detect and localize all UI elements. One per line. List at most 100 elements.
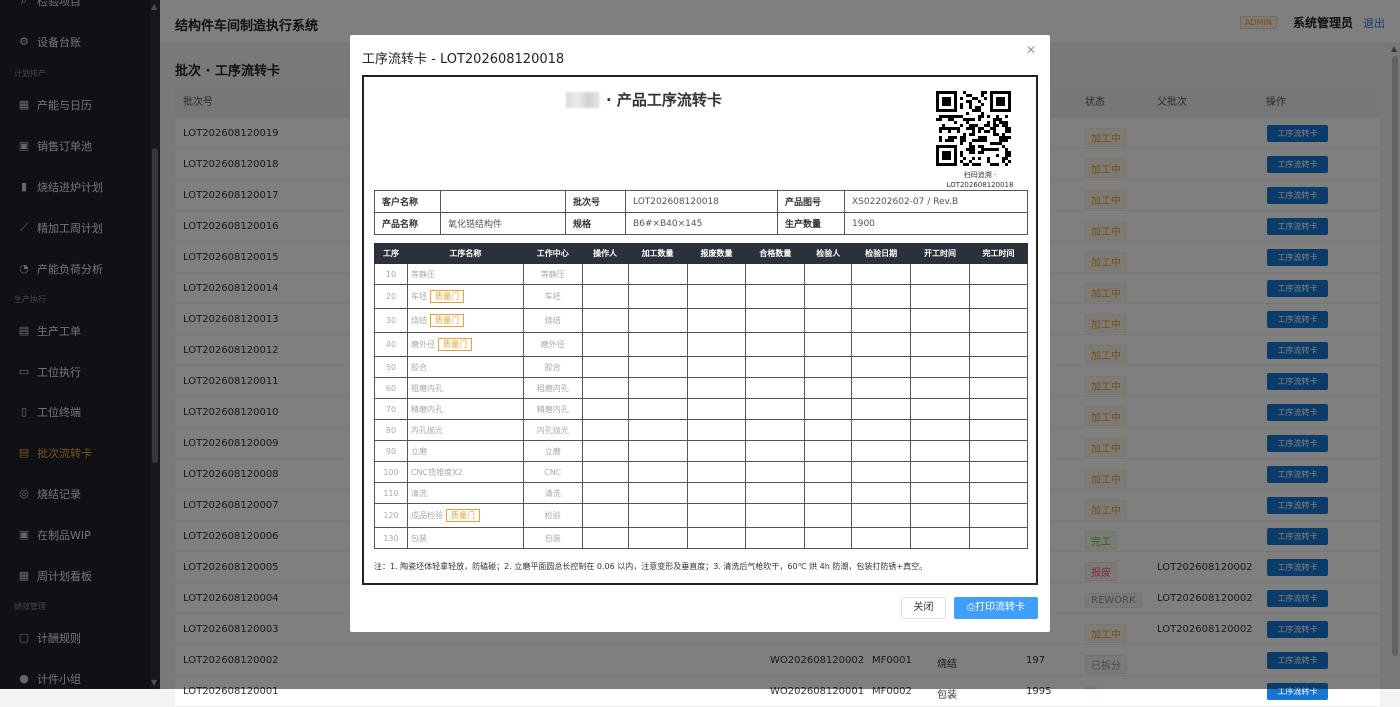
step-name-cell: 磨外径 质量门 <box>406 332 524 357</box>
work-center: 粗磨内孔 <box>522 377 583 399</box>
blank-cell <box>969 332 1028 357</box>
blank-cell <box>745 419 806 441</box>
step-name-cell: 烧结 质量门 <box>406 308 524 333</box>
work-center: 精磨内孔 <box>522 398 583 420</box>
step-name: 磨外径 <box>410 340 435 349</box>
blank-cell <box>745 440 806 462</box>
dialog-title: 工序流转卡 - LOT202608120018 <box>362 52 565 67</box>
work-center: 立磨 <box>522 440 583 462</box>
process-row: 40 磨外径 质量门 磨外径 <box>374 332 1028 357</box>
step-name-cell: 胶合 <box>406 356 524 378</box>
blank-cell <box>581 284 629 309</box>
close-button[interactable]: 关闭 <box>901 597 946 619</box>
blank-cell <box>969 503 1028 528</box>
blank-cell <box>851 419 912 441</box>
qr-code-icon <box>936 91 1011 166</box>
step-no: 70 <box>374 398 408 420</box>
step-name: 包装 <box>410 533 427 543</box>
card-title: · 产品工序流转卡 <box>566 89 722 110</box>
lot-value: LOT202608120018 <box>625 190 778 213</box>
blank-cell <box>627 356 688 378</box>
blank-cell <box>745 461 806 483</box>
work-center: 等静压 <box>522 263 583 285</box>
process-col: 工序 <box>374 243 408 264</box>
blank-cell <box>581 377 629 399</box>
step-name-cell: 清洗 <box>406 482 524 504</box>
blank-cell <box>627 332 688 357</box>
customer-value <box>440 190 566 213</box>
blank-cell <box>969 527 1028 549</box>
blank-cell <box>910 527 970 549</box>
blank-cell <box>969 356 1028 378</box>
work-center: 包装 <box>522 527 583 549</box>
process-row: 50 胶合 胶合 <box>374 356 1028 378</box>
blank-cell <box>627 377 688 399</box>
blank-cell <box>969 377 1028 399</box>
process-col: 完工时间 <box>969 243 1028 264</box>
blank-cell <box>804 482 853 504</box>
blank-cell <box>910 398 970 420</box>
process-table: 工序 工序名称 工作中心 操作人 加工数量 报废数量 合格数量 检验人 检验日期 开工时间 完工时间… <box>374 243 1028 549</box>
print-button[interactable]: ⎙打印流转卡 <box>954 597 1038 619</box>
step-name: 粗磨内孔 <box>410 383 443 393</box>
blank-cell <box>804 440 853 462</box>
step-no: 50 <box>374 356 408 378</box>
blank-cell <box>910 284 970 309</box>
blank-cell <box>745 482 806 504</box>
blank-cell <box>686 332 747 357</box>
blurred-company-name <box>566 91 600 108</box>
blank-cell <box>851 527 912 549</box>
blank-cell <box>804 461 853 483</box>
blank-cell <box>627 308 688 333</box>
blank-cell <box>627 482 688 504</box>
blank-cell <box>910 308 970 333</box>
blank-cell <box>581 308 629 333</box>
blank-cell <box>969 461 1028 483</box>
step-name-cell: 粗磨内孔 <box>406 377 524 399</box>
blank-cell <box>627 284 688 309</box>
blank-cell <box>851 356 912 378</box>
blank-cell <box>910 419 970 441</box>
blank-cell <box>851 377 912 399</box>
process-col: 工序名称 <box>406 243 524 264</box>
close-icon[interactable]: ✕ <box>1026 43 1036 57</box>
blank-cell <box>581 482 629 504</box>
blank-cell <box>910 377 970 399</box>
blank-cell <box>910 440 970 462</box>
step-name: 立磨 <box>410 446 427 456</box>
blank-cell <box>851 440 912 462</box>
process-col: 操作人 <box>581 243 629 264</box>
blank-cell <box>745 527 806 549</box>
process-row: 70 精磨内孔 精磨内孔 <box>374 398 1028 420</box>
blank-cell <box>686 527 747 549</box>
process-col: 开工时间 <box>910 243 970 264</box>
blank-cell <box>804 284 853 309</box>
work-center: 内孔抛光 <box>522 419 583 441</box>
blank-cell <box>910 461 970 483</box>
blank-cell <box>686 461 747 483</box>
process-col: 检验日期 <box>851 243 912 264</box>
blank-cell <box>804 356 853 378</box>
step-name-cell: 精磨内孔 <box>406 398 524 420</box>
product-label: 产品名称 <box>374 212 441 235</box>
blank-cell <box>581 461 629 483</box>
qr-lot-caption: LOT202608120018 <box>946 181 1014 189</box>
work-center: 磨外径 <box>522 332 583 357</box>
blank-cell <box>627 263 688 285</box>
step-name: 清洗 <box>410 488 427 498</box>
step-name: 胶合 <box>410 362 427 372</box>
blank-cell <box>686 356 747 378</box>
blank-cell <box>969 398 1028 420</box>
process-col: 工作中心 <box>522 243 583 264</box>
process-row: 130 包装 包装 <box>374 527 1028 549</box>
step-name: 精磨内孔 <box>410 404 443 414</box>
blank-cell <box>686 482 747 504</box>
qty-value: 1900 <box>844 212 1028 235</box>
step-name-cell: 车坯 质量门 <box>406 284 524 309</box>
work-center: 清洗 <box>522 482 583 504</box>
step-name-cell: 等静压 <box>406 263 524 285</box>
process-row: 120 成品检验 质量门 检验 <box>374 503 1028 528</box>
blank-cell <box>969 263 1028 285</box>
product-value: 氧化锆结构件 <box>440 212 566 235</box>
blank-cell <box>686 308 747 333</box>
